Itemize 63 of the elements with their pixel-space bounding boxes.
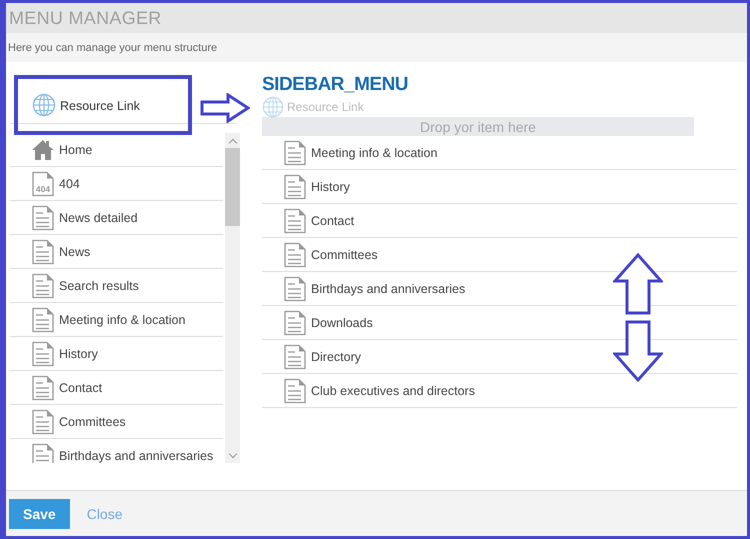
- document-icon: [283, 174, 307, 200]
- globe-icon: [32, 93, 56, 117]
- home-icon: [31, 138, 55, 162]
- menu-item-label: Committees: [311, 248, 378, 262]
- scrollbar-thumb[interactable]: [225, 148, 240, 226]
- document-icon: [283, 242, 307, 268]
- menu-item[interactable]: Search results: [10, 269, 223, 303]
- menu-item-label: Birthdays and anniversaries: [59, 448, 214, 462]
- resource-link-item[interactable]: Resource Link: [60, 95, 140, 117]
- document-icon: [283, 310, 307, 336]
- document-icon: [283, 140, 307, 166]
- document-icon: [31, 306, 55, 332]
- document-icon: [31, 408, 55, 434]
- menu-item-label: 404: [59, 176, 80, 190]
- menu-item[interactable]: History: [262, 170, 737, 204]
- menu-item-label: Meeting info & location: [59, 312, 186, 326]
- menu-item-label: News detailed: [59, 210, 138, 224]
- document-icon: [31, 272, 55, 298]
- document-icon: [283, 208, 307, 234]
- menu-item-label: Downloads: [311, 316, 373, 330]
- menu-item-label: Birthdays and anniversaries: [311, 282, 466, 296]
- drop-hint-text: Drop yor item here: [420, 119, 536, 135]
- menu-item[interactable]: News: [10, 235, 223, 269]
- menu-item-label: Search results: [59, 278, 139, 292]
- menu-item[interactable]: Club executives and directors: [262, 374, 737, 408]
- document-icon: [283, 378, 307, 404]
- menu-item-label: Meeting info & location: [311, 146, 438, 160]
- document-icon: [31, 374, 55, 400]
- menu-item[interactable]: Birthdays and anniversaries: [10, 439, 223, 463]
- dragged-item: Resource Link: [287, 100, 364, 114]
- menu-item[interactable]: Committees: [10, 405, 223, 439]
- document-icon: [283, 344, 307, 370]
- menu-item-label: Committees: [59, 414, 126, 428]
- globe-icon: [262, 96, 284, 118]
- menu-item[interactable]: Contact: [262, 204, 737, 238]
- menu-item[interactable]: Meeting info & location: [262, 136, 737, 170]
- menu-item-label: Directory: [311, 350, 362, 364]
- menu-item[interactable]: News detailed: [10, 201, 223, 235]
- document-icon: [31, 340, 55, 366]
- menu-item-label: Contact: [59, 380, 102, 394]
- menu-item-label: History: [59, 346, 98, 360]
- menu-item-label: Contact: [311, 214, 354, 228]
- error-page-icon: 404: [31, 170, 55, 196]
- menu-title: SIDEBAR_MENU: [262, 74, 410, 96]
- window-title: MENU MANAGER: [9, 8, 162, 28]
- scrollbar[interactable]: [225, 133, 240, 463]
- menu-item[interactable]: Home: [10, 133, 223, 167]
- menu-item[interactable]: 404 404: [10, 167, 223, 201]
- menu-item[interactable]: Contact: [10, 371, 223, 405]
- menu-item-label: Home: [59, 142, 92, 156]
- menu-item[interactable]: Meeting info & location: [10, 303, 223, 337]
- menu-item[interactable]: History: [10, 337, 223, 371]
- document-icon: [31, 442, 55, 463]
- document-icon: [283, 276, 307, 302]
- subtitle-text: Here you can manage your menu structure: [8, 42, 218, 54]
- menu-item-label: History: [311, 180, 350, 194]
- document-icon: [31, 204, 55, 230]
- up-arrow-icon: [613, 253, 663, 315]
- document-icon: [31, 238, 55, 264]
- right-arrow-icon: [200, 93, 250, 123]
- menu-item-label: News: [59, 244, 90, 258]
- down-arrow-icon: [613, 320, 663, 382]
- menu-item-label: Club executives and directors: [311, 384, 475, 398]
